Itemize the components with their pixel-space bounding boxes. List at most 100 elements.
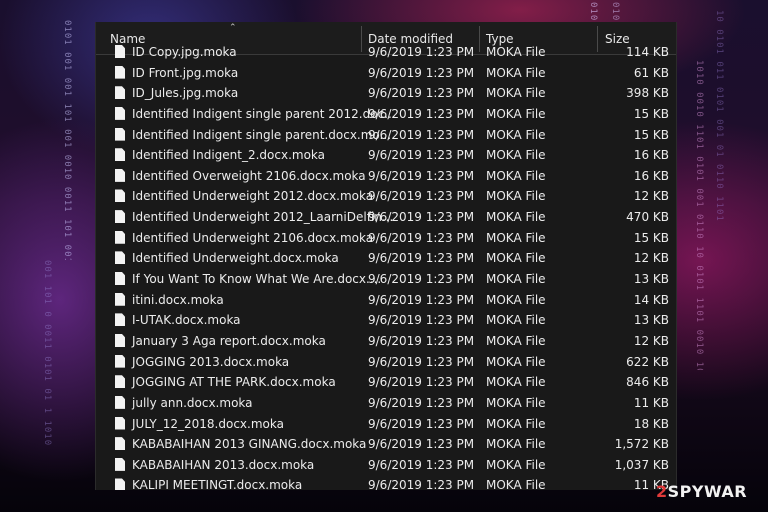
file-icon [115, 457, 125, 471]
file-icon [115, 354, 125, 368]
file-row[interactable]: JULY_12_2018.docx.moka 9/6/2019 1:23 PM MO… [96, 414, 676, 435]
file-icon [115, 416, 125, 430]
file-type: MOKA File [486, 478, 546, 490]
file-type: MOKA File [486, 457, 546, 472]
file-date-modified: 9/6/2019 1:23 PM [368, 168, 475, 183]
file-name: ID_Jules.jpg.moka [132, 86, 239, 101]
file-row[interactable]: ID Front.jpg.moka 9/6/2019 1:23 PM MOKA Fi… [96, 63, 676, 84]
file-size: 16 KB [633, 168, 669, 183]
file-row[interactable]: I-UTAK.docx.moka 9/6/2019 1:23 PM MOKA Fil… [96, 310, 676, 331]
file-row[interactable]: Identified Underweight.docx.moka 9/6/2019… [96, 248, 676, 269]
file-type: MOKA File [486, 251, 546, 266]
file-date-modified: 9/6/2019 1:23 PM [368, 86, 475, 101]
file-size: 15 KB [633, 230, 669, 245]
file-row[interactable]: January 3 Aga report.docx.moka 9/6/2019 1… [96, 331, 676, 352]
file-date-modified: 9/6/2019 1:23 PM [368, 106, 475, 121]
file-name: ID Copy.jpg.moka [132, 45, 237, 59]
file-date-modified: 9/6/2019 1:23 PM [368, 354, 475, 369]
watermark-logo: 2SPYWAR [656, 482, 748, 501]
binary-background-text: 010 [610, 2, 620, 22]
file-size: 15 KB [633, 106, 669, 121]
file-date-modified: 9/6/2019 1:23 PM [368, 292, 475, 307]
file-icon [115, 395, 125, 409]
file-name: January 3 Aga report.docx.moka [132, 333, 326, 348]
file-date-modified: 9/6/2019 1:23 PM [368, 416, 475, 431]
file-size: 622 KB [626, 354, 669, 369]
file-type: MOKA File [486, 395, 546, 410]
file-name: KABABAIHAN 2013.docx.moka [132, 457, 315, 472]
file-type: MOKA File [486, 127, 546, 142]
file-icon [115, 65, 125, 79]
file-row[interactable]: If You Want To Know What We Are.docx....… [96, 269, 676, 290]
file-size: 11 KB [633, 395, 669, 410]
file-name: Identified Overweight 2106.docx.moka [132, 168, 366, 183]
file-date-modified: 9/6/2019 1:23 PM [368, 230, 475, 245]
file-icon [115, 333, 125, 347]
file-name: JOGGING AT THE PARK.docx.moka [132, 375, 336, 390]
file-size: 12 KB [633, 333, 669, 348]
binary-background-text: 0101 001 001 101 001 0010 0011 101 001 0… [62, 20, 72, 260]
file-type: MOKA File [486, 230, 546, 245]
file-row[interactable]: Identified Indigent_2.docx.moka 9/6/2019 … [96, 145, 676, 166]
file-row[interactable]: Identified Underweight 2012.docx.moka 9/6… [96, 186, 676, 207]
file-icon [115, 478, 125, 490]
file-row[interactable]: JOGGING 2013.docx.moka 9/6/2019 1:23 PM MO… [96, 352, 676, 373]
file-size: 13 KB [633, 313, 669, 328]
file-type: MOKA File [486, 148, 546, 163]
file-size: 114 KB [626, 45, 669, 59]
file-type: MOKA File [486, 65, 546, 80]
file-size: 61 KB [633, 65, 669, 80]
file-icon [115, 86, 125, 100]
file-date-modified: 9/6/2019 1:23 PM [368, 395, 475, 410]
file-type: MOKA File [486, 106, 546, 121]
file-type: MOKA File [486, 168, 546, 183]
file-size: 12 KB [633, 189, 669, 204]
file-row[interactable]: itini.docx.moka 9/6/2019 1:23 PM MOKA File… [96, 290, 676, 311]
file-name: itini.docx.moka [132, 292, 224, 307]
file-icon [115, 375, 125, 389]
binary-background-text: 0101 [588, 2, 598, 24]
file-size: 13 KB [633, 272, 669, 287]
file-row[interactable]: Identified Underweight 2012_LaarniDelfin… [96, 207, 676, 228]
file-icon [115, 437, 125, 451]
file-row[interactable]: Identified Underweight 2106.docx.moka 9/6… [96, 228, 676, 249]
file-name: Identified Underweight 2012_LaarniDelfin… [132, 210, 394, 225]
binary-background-text: 001 101 0 0011 0101 01 1 1010 001 0101 [42, 260, 52, 450]
file-row[interactable]: KALIPI MEETINGT.docx.moka 9/6/2019 1:23 P… [96, 475, 676, 490]
file-date-modified: 9/6/2019 1:23 PM [368, 457, 475, 472]
file-name: jully ann.docx.moka [132, 395, 253, 410]
file-name: KALIPI MEETINGT.docx.moka [132, 478, 303, 490]
file-name: If You Want To Know What We Are.docx.... [132, 272, 382, 287]
file-type: MOKA File [486, 272, 546, 287]
file-row[interactable]: KABABAIHAN 2013 GINANG.docx.moka 9/6/2019… [96, 434, 676, 455]
file-explorer-window: ⌃ Name Date modified Type Size ID Copy.j… [95, 22, 677, 490]
file-icon [115, 313, 125, 327]
file-size: 14 KB [633, 292, 669, 307]
file-icon [115, 148, 125, 162]
file-name: JULY_12_2018.docx.moka [132, 416, 284, 431]
file-type: MOKA File [486, 292, 546, 307]
file-date-modified: 9/6/2019 1:23 PM [368, 210, 475, 225]
file-type: MOKA File [486, 210, 546, 225]
file-date-modified: 9/6/2019 1:23 PM [368, 478, 475, 490]
file-row[interactable]: KABABAIHAN 2013.docx.moka 9/6/2019 1:23 P… [96, 455, 676, 476]
file-size: 15 KB [633, 127, 669, 142]
file-date-modified: 9/6/2019 1:23 PM [368, 148, 475, 163]
file-name: Identified Indigent single parent.docx.m… [132, 127, 392, 142]
file-row[interactable]: Identified Indigent single parent.docx.m… [96, 125, 676, 146]
file-date-modified: 9/6/2019 1:23 PM [368, 45, 475, 59]
file-row[interactable]: ID Copy.jpg.moka 9/6/2019 1:23 PM MOKA Fil… [96, 42, 676, 63]
file-type: MOKA File [486, 416, 546, 431]
file-row[interactable]: ID_Jules.jpg.moka 9/6/2019 1:23 PM MOKA Fi… [96, 83, 676, 104]
file-name: Identified Indigent_2.docx.moka [132, 148, 326, 163]
file-row[interactable]: Identified Overweight 2106.docx.moka 9/6/… [96, 166, 676, 187]
file-row[interactable]: JOGGING AT THE PARK.docx.moka 9/6/2019 1:… [96, 372, 676, 393]
file-date-modified: 9/6/2019 1:23 PM [368, 65, 475, 80]
file-list: ID Copy.jpg.moka 9/6/2019 1:23 PM MOKA Fil… [96, 42, 676, 490]
file-row[interactable]: Identified Indigent single parent 2012.d… [96, 104, 676, 125]
file-icon [115, 127, 125, 141]
file-type: MOKA File [486, 86, 546, 101]
file-row[interactable]: jully ann.docx.moka 9/6/2019 1:23 PM MOKA … [96, 393, 676, 414]
file-size: 470 KB [626, 210, 669, 225]
file-date-modified: 9/6/2019 1:23 PM [368, 333, 475, 348]
